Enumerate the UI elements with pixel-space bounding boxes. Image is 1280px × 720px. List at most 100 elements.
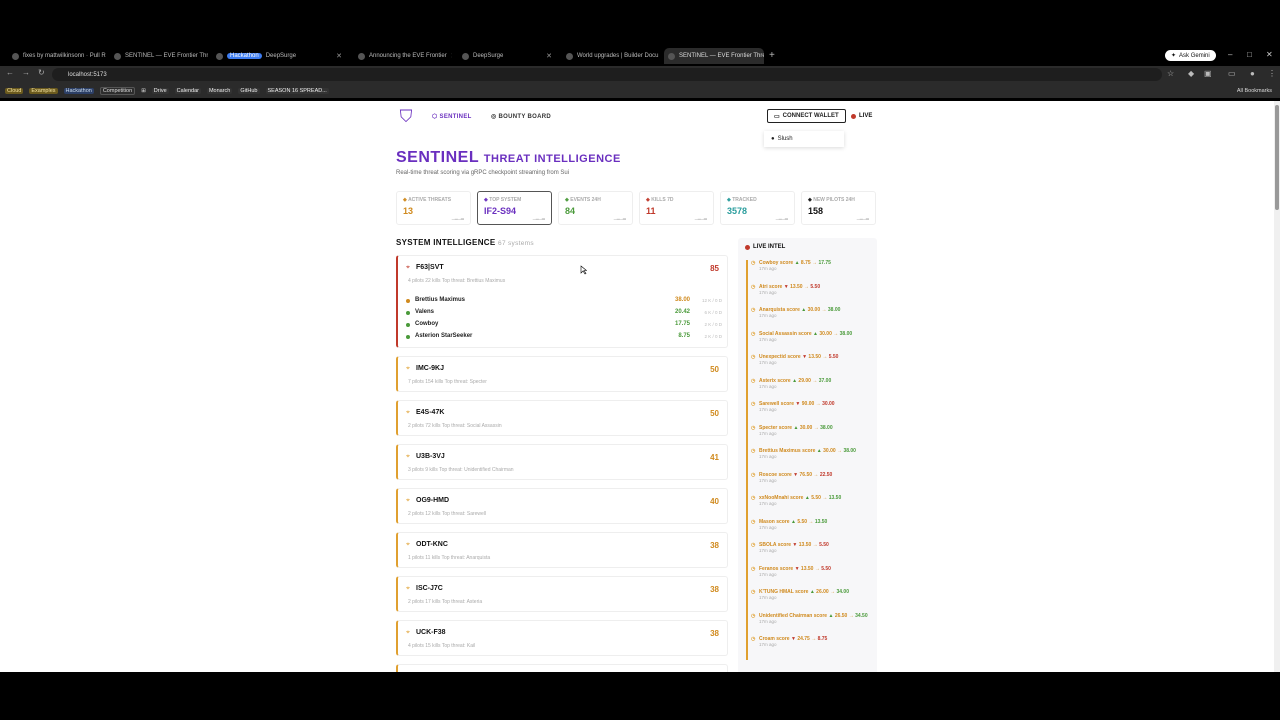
top-nav: ⛉ ⬡ SENTINEL ◎ BOUNTY BOARD ▭ CONNECT WAL…: [396, 107, 876, 127]
address-bar[interactable]: localhost:5173: [52, 68, 1162, 81]
url-text: localhost:5173: [68, 71, 107, 78]
tab-close-icon[interactable]: ✕: [546, 52, 552, 60]
pilot-row[interactable]: Asterion StarSeeker 8.75 2 K / 0 D: [406, 332, 722, 342]
nav-bounty-board[interactable]: ◎ BOUNTY BOARD: [491, 113, 551, 120]
wallet-option-label: Slush: [777, 136, 793, 142]
stat-card[interactable]: ◈ TOP SYSTEM IF2-S94 ▁▂▁▃: [477, 191, 552, 225]
intel-event[interactable]: ◷ Croam score ▼ 24.75 → 8.75 17m ago: [748, 636, 874, 660]
menu-icon[interactable]: ⋮: [1268, 69, 1276, 78]
stat-card[interactable]: ◈ KILLS 7D 11 ▁▂▁▃: [639, 191, 714, 225]
system-card[interactable]: ⌖ ISC-J7C 38 2 pilots 17 kills Top threat: …: [396, 576, 728, 612]
connect-wallet-button[interactable]: ▭ CONNECT WALLET: [767, 109, 846, 123]
bookmark-item[interactable]: Competition: [99, 87, 136, 95]
new-tab-button[interactable]: +: [769, 50, 775, 61]
intel-event[interactable]: ◷ Brettius Maximus score ▲ 30.00 → 38.00 1…: [748, 448, 874, 472]
tab-favicon-icon: [358, 52, 365, 60]
kills-count: 17 kills: [425, 599, 441, 605]
intel-event[interactable]: ◷ Anarquista score ▲ 30.00 → 38.00 17m ago: [748, 307, 874, 331]
scrollbar-thumb[interactable]: [1275, 105, 1279, 210]
connect-wallet-label: CONNECT WALLET: [782, 113, 839, 119]
bookmark-item[interactable]: GitHub: [238, 88, 260, 94]
sidepanel-icon[interactable]: ▭: [1228, 69, 1236, 78]
system-card[interactable]: ⌖ OG9-HMD 40 2 pilots 12 kills Top threat: …: [396, 488, 728, 524]
intel-event[interactable]: ◷ Roscoe score ▼ 76.50 → 22.50 17m ago: [748, 472, 874, 496]
intel-event[interactable]: ◷ K'TUNG HMAL score ▲ 26.00 → 34.00 17m ag…: [748, 589, 874, 613]
tab-close-icon[interactable]: ✕: [451, 52, 452, 60]
intel-event[interactable]: ◷ Feranos score ▼ 13.50 → 5.50 17m ago: [748, 566, 874, 590]
intel-event[interactable]: ◷ Cowboy score ▲ 8.75 → 17.75 17m ago: [748, 260, 874, 284]
stat-card[interactable]: ◈ EVENTS 24H 84 ▁▂▁▃: [558, 191, 633, 225]
system-card[interactable]: ⌖ ODT-KNC 38 1 pilots 11 kills Top threat: …: [396, 532, 728, 568]
intel-event[interactable]: ◷ Unidentified Chairman score ▲ 26.50 → 3…: [748, 613, 874, 637]
intel-event[interactable]: ◷ Atri score ▼ 13.50 → 5.50 17m ago: [748, 284, 874, 308]
all-bookmarks[interactable]: All Bookmarks: [1237, 88, 1272, 94]
bookmark-item[interactable]: Drive: [151, 88, 169, 94]
browser-tab[interactable]: DeepSurge ✕: [458, 48, 556, 64]
reload-icon[interactable]: ↻: [38, 68, 45, 77]
arrow-down-icon: ▼: [791, 542, 799, 548]
arrow-up-icon: ▲: [827, 612, 835, 619]
minimize-icon[interactable]: –: [1228, 50, 1232, 59]
intel-event[interactable]: ◷ Unexpectid score ▼ 13.50 → 5.50 17m ago: [748, 354, 874, 378]
bookmark-item[interactable]: Hackathon: [63, 88, 94, 94]
system-card[interactable]: ⌖ UCK-F38 38 4 pilots 15 kills Top threat: …: [396, 620, 728, 656]
stat-card[interactable]: ◈ TRACKED 3578 ▁▂▁▃: [720, 191, 795, 225]
system-card[interactable]: ⌖ IMC-9KJ 50 7 pilots 154 kills Top threat:…: [396, 356, 728, 392]
arrow-down-icon: ▼: [794, 401, 802, 407]
intel-event[interactable]: ◷ Specter score ▲ 30.00 → 38.00 17m ago: [748, 425, 874, 449]
tab-group-label[interactable]: Hackathon: [227, 53, 262, 59]
pilot-row[interactable]: Valens 20.42 6 K / 0 D: [406, 308, 722, 318]
browser-tab[interactable]: Hackathon DeepSurge ✕: [212, 48, 346, 64]
intel-event[interactable]: ◷ Asterix score ▲ 29.00 → 37.00 17m ago: [748, 378, 874, 402]
tab-favicon-icon: [216, 52, 223, 60]
star-icon[interactable]: ☆: [1167, 69, 1174, 78]
bookmark-item[interactable]: Monarch: [206, 88, 233, 94]
apps-grid-icon[interactable]: ⊞: [141, 88, 146, 94]
bookmark-item[interactable]: Examples: [29, 88, 58, 94]
kills-count: 22 kills: [425, 278, 441, 284]
close-window-icon[interactable]: ✕: [1266, 50, 1273, 59]
stat-label-text: ACTIVE THREATS: [408, 197, 452, 203]
intel-event[interactable]: ◷ xxNooMnahi score ▲ 5.50 → 13.50 17m ago: [748, 495, 874, 519]
stat-card[interactable]: ◈ NEW PILOTS 24H 158 ▁▂▁▃: [801, 191, 876, 225]
stat-card[interactable]: ◈ ACTIVE THREATS 13 ▁▂▁▃: [396, 191, 471, 225]
forward-icon[interactable]: →: [22, 68, 30, 77]
maximize-icon[interactable]: □: [1247, 50, 1252, 59]
intel-event[interactable]: ◷ Mason score ▲ 5.50 → 13.50 17m ago: [748, 519, 874, 543]
browser-tab[interactable]: Announcing the EVE Frontier ✕: [354, 48, 452, 64]
system-card[interactable]: ⌖ E4S-47K 50 2 pilots 72 kills Top threat: …: [396, 400, 728, 436]
intel-event[interactable]: ◷ Sarewell score ▼ 90.00 → 30.00 17m ago: [748, 401, 874, 425]
back-icon[interactable]: ←: [6, 68, 14, 77]
system-card[interactable]: ⌖EPR-F4B36: [396, 664, 728, 672]
event-to: 5.50: [819, 542, 829, 548]
pilot-row[interactable]: Cowboy 17.75 2 K / 0 D: [406, 320, 722, 330]
browser-tab[interactable]: SENTINEL — EVE Frontier Threa✕: [110, 48, 208, 64]
browser-tab[interactable]: fixes by mattwilkinsonn · Pull R✕: [8, 48, 106, 64]
browser-tab[interactable]: SENTINEL — EVE Frontier Threa✕: [664, 48, 764, 64]
intel-event[interactable]: ◷ SBOLA score ▼ 13.50 → 5.50 17m ago: [748, 542, 874, 566]
tab-close-icon[interactable]: ✕: [336, 52, 342, 60]
pilots-count: 1 pilots: [408, 555, 424, 561]
profile-avatar[interactable]: ●: [1250, 69, 1255, 78]
wallet-option-slush[interactable]: ● Slush: [764, 131, 844, 147]
intel-event[interactable]: ◷ Social Assassin score ▲ 30.00 → 38.00 17…: [748, 331, 874, 355]
live-intel-heading: LIVE INTEL: [745, 244, 785, 250]
sparkline-icon: ▁▂▁▃: [451, 215, 464, 220]
system-card[interactable]: ⌖ U3B-3VJ 41 3 pilots 9 kills Top threat: U…: [396, 444, 728, 480]
event-from: 90.00: [801, 401, 815, 407]
bookmark-item[interactable]: SEASON 16 SPREAD...: [265, 88, 329, 94]
event-name: Asterix score: [759, 377, 791, 384]
page-scrollbar[interactable]: [1274, 101, 1280, 672]
sentinel-logo-icon[interactable]: ⛉: [396, 107, 416, 127]
system-card[interactable]: ⌖ F63|SVT 85 4 pilots 22 kills Top threat: …: [396, 255, 728, 348]
bookmark-item[interactable]: Cloud: [5, 88, 24, 94]
nav-sentinel[interactable]: ⬡ SENTINEL: [432, 113, 472, 120]
puzzle-icon[interactable]: ▣: [1204, 69, 1212, 78]
ask-gemini-button[interactable]: ✦ Ask Gemini: [1165, 50, 1216, 61]
event-name: Social Assassin score: [759, 330, 812, 337]
extension-icon[interactable]: ◆: [1188, 69, 1194, 78]
pilot-dot-icon: [406, 299, 410, 303]
browser-tab[interactable]: World upgrades | Builder Docu✕: [562, 48, 660, 64]
pilot-row[interactable]: Brettius Maximus 38.00 12 K / 0 D: [406, 296, 722, 306]
bookmark-item[interactable]: Calendar: [174, 88, 201, 94]
